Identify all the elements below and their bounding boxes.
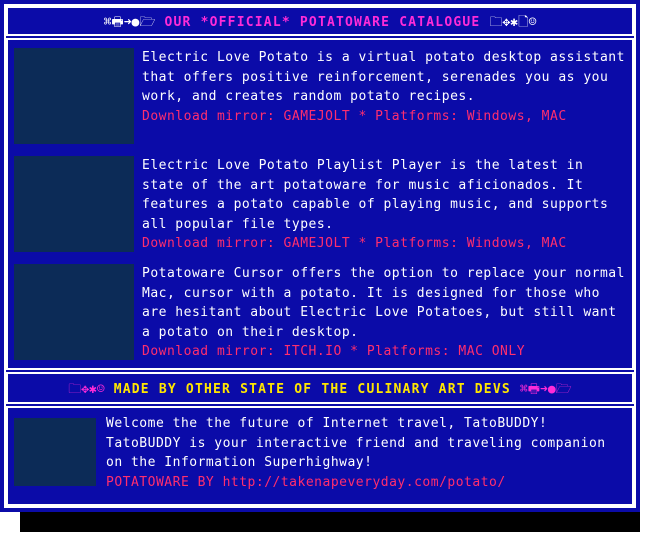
catalogue-title: OUR *OFFICIAL* POTATOWARE CATALOGUE [164, 15, 481, 30]
product-thumbnail [14, 48, 134, 144]
product-thumbnail [14, 156, 134, 252]
external-link[interactable]: POTATOWARE BY http://takenapeveryday.com… [106, 473, 626, 493]
item-text: Welcome the the future of Internet trave… [106, 414, 626, 492]
catalogue-list: Electric Love Potato is a virtual potato… [6, 38, 634, 370]
catalogue-header: ⌘🖶➜●🗁 OUR *OFFICIAL* POTATOWARE CATALOGU… [8, 13, 632, 35]
item-description: Electric Love Potato is a virtual potato… [142, 50, 625, 104]
catalogue-header-box: ⌘🖶➜●🗁 OUR *OFFICIAL* POTATOWARE CATALOGU… [6, 6, 634, 36]
item-description: Welcome the the future of Internet trave… [106, 416, 606, 470]
list-item: Electric Love Potato Playlist Player is … [8, 148, 632, 256]
others-title: MADE BY OTHER STATE OF THE CULINARY ART … [113, 382, 511, 397]
item-text: Electric Love Potato Playlist Player is … [142, 156, 628, 254]
others-list: Welcome the the future of Internet trave… [6, 406, 634, 506]
catalogue-window: ⌘🖶➜●🗁 OUR *OFFICIAL* POTATOWARE CATALOGU… [0, 0, 640, 512]
list-item: Potatoware Cursor offers the option to r… [8, 256, 632, 366]
list-item: Electric Love Potato is a virtual potato… [8, 40, 632, 148]
item-description: Potatoware Cursor offers the option to r… [142, 266, 625, 340]
item-text: Electric Love Potato is a virtual potato… [142, 48, 628, 126]
product-thumbnail [14, 418, 96, 486]
item-text: Potatoware Cursor offers the option to r… [142, 264, 628, 362]
item-download-link[interactable]: Download mirror: ITCH.IO * Platforms: MA… [142, 342, 628, 362]
header-right-symbols-icon: ⌘🖶➜●🗁 [519, 382, 572, 397]
catalogue-frame: ⌘🖶➜●🗁 OUR *OFFICIAL* POTATOWARE CATALOGU… [4, 4, 636, 508]
product-thumbnail [14, 264, 134, 360]
header-right-symbols-icon: 🗀✥✱🗋☺ [489, 15, 537, 30]
item-download-link[interactable]: Download mirror: GAMEJOLT * Platforms: W… [142, 234, 628, 254]
others-header-box: 🗀✥✱☺ MADE BY OTHER STATE OF THE CULINARY… [6, 372, 634, 404]
item-download-link[interactable]: Download mirror: GAMEJOLT * Platforms: W… [142, 107, 628, 127]
others-header: 🗀✥✱☺ MADE BY OTHER STATE OF THE CULINARY… [8, 380, 632, 402]
header-left-symbols-icon: ⌘🖶➜●🗁 [103, 15, 156, 30]
header-left-symbols-icon: 🗀✥✱☺ [68, 382, 105, 397]
item-description: Electric Love Potato Playlist Player is … [142, 158, 609, 232]
